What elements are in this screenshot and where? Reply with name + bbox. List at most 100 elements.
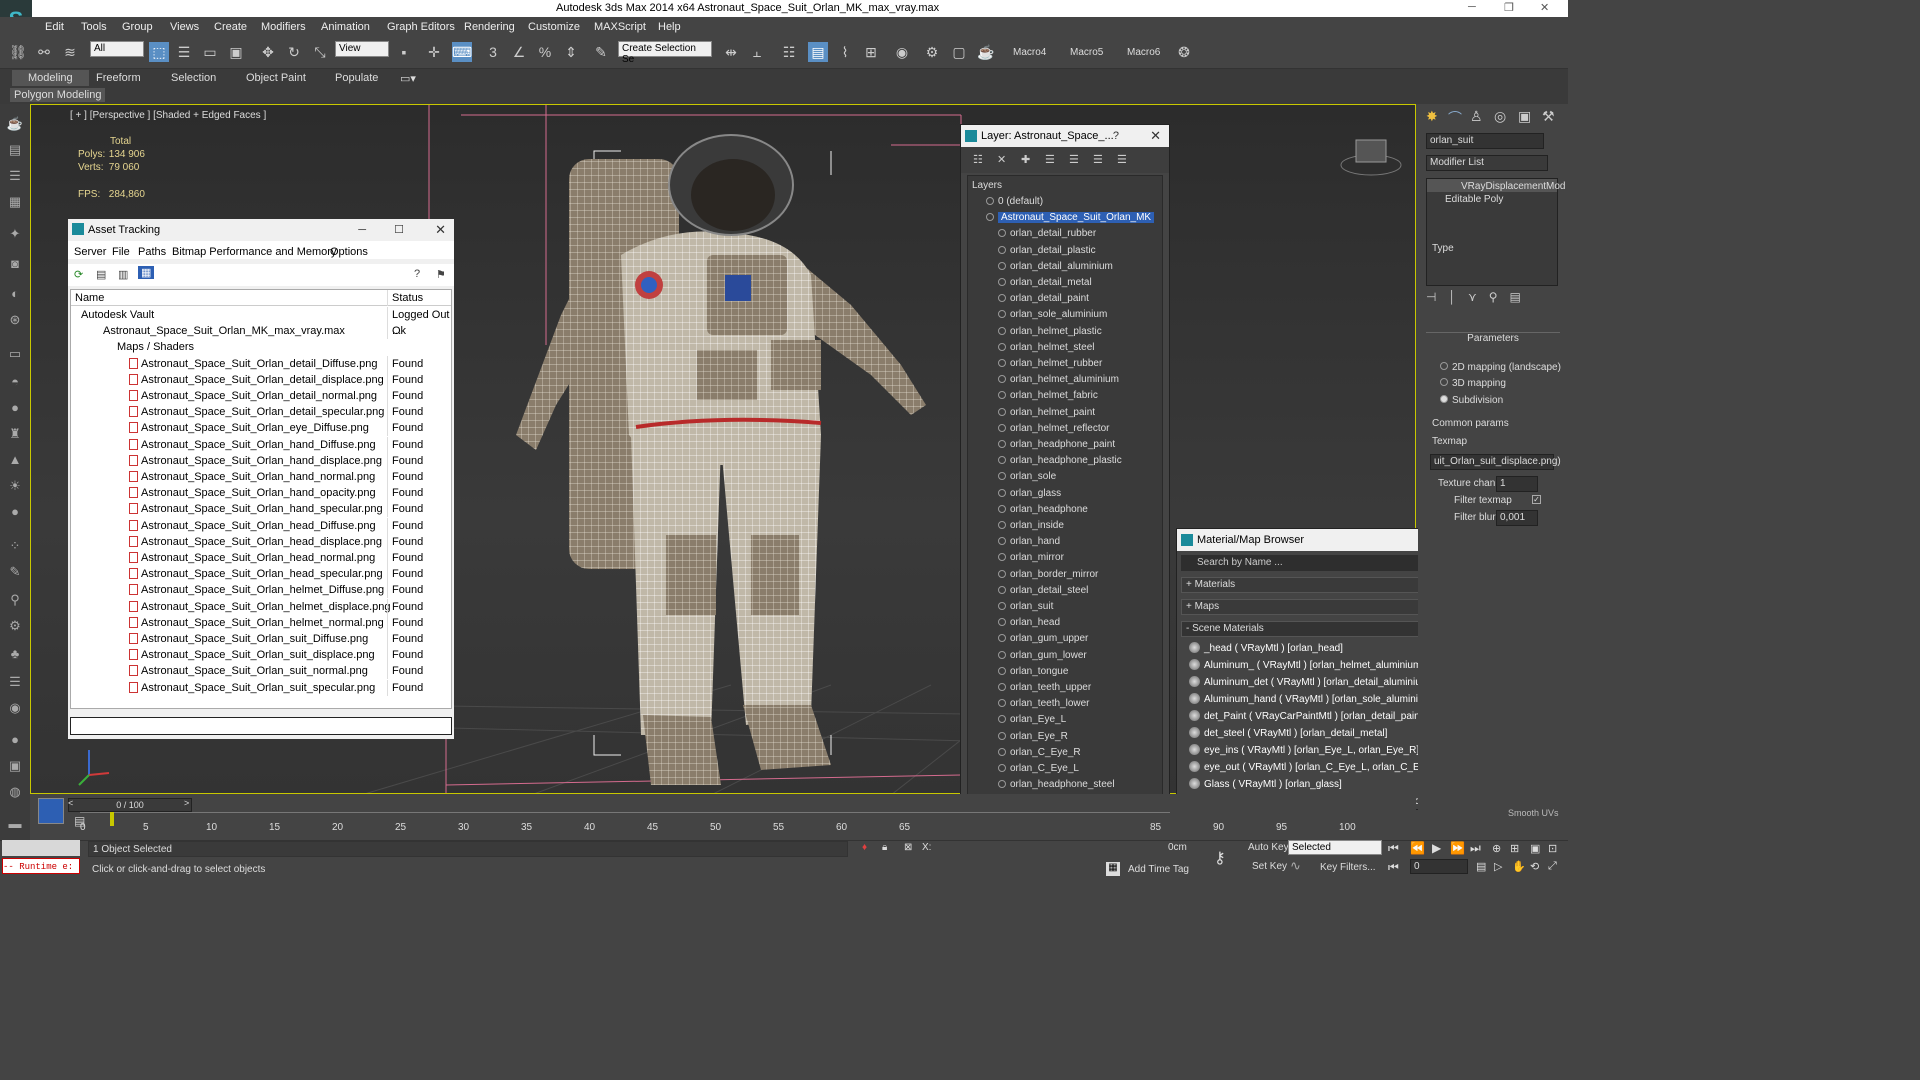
key-filters-button[interactable]: Key Filters...: [1320, 862, 1376, 873]
teapot-icon[interactable]: ☕: [5, 116, 25, 136]
previous-frame-icon[interactable]: ⏪: [1410, 841, 1425, 855]
layer-item[interactable]: orlan_gum_upper: [968, 631, 1162, 647]
menu-views[interactable]: Views: [170, 21, 199, 33]
polygon-modeling-panel[interactable]: Polygon Modeling: [10, 88, 106, 102]
column-name[interactable]: Name: [75, 290, 104, 306]
scene-explorer-icon[interactable]: ▤: [5, 142, 25, 162]
hierarchy-tab-icon[interactable]: ♙: [1470, 108, 1483, 125]
modifier-list-dropdown[interactable]: Modifier List: [1426, 155, 1548, 171]
fov-icon[interactable]: ▷: [1494, 860, 1502, 873]
layer-item[interactable]: orlan_Eye_L: [968, 712, 1162, 728]
render-production-icon[interactable]: ☕: [976, 42, 996, 62]
asset-table-row[interactable]: Astronaut_Space_Suit_Orlan_helmet_displa…: [71, 598, 451, 615]
layer-item[interactable]: orlan_inside: [968, 518, 1162, 534]
menu-rendering[interactable]: Rendering: [464, 21, 515, 33]
texmap-button[interactable]: uit_Orlan_suit_displace.png): [1430, 454, 1561, 470]
column-status[interactable]: Status: [387, 290, 451, 306]
menu-graph-editors[interactable]: Graph Editors: [387, 21, 455, 33]
macro-script-icon[interactable]: ❂: [1174, 42, 1194, 62]
layer-item[interactable]: orlan_gum_lower: [968, 648, 1162, 664]
layer-item[interactable]: orlan_detail_plastic: [968, 243, 1162, 259]
sphere-icon[interactable]: ●: [5, 400, 25, 420]
save-icon[interactable]: ▬: [5, 816, 25, 836]
sun-icon[interactable]: ☀: [5, 478, 25, 498]
layer-item[interactable]: orlan_detail_paint: [968, 291, 1162, 307]
layer-item[interactable]: orlan_teeth_lower: [968, 696, 1162, 712]
maximize-viewport-icon[interactable]: ⤢: [1548, 860, 1557, 873]
asset-table-row[interactable]: Astronaut_Space_Suit_Orlan_detail_displa…: [71, 371, 451, 388]
help-icon[interactable]: ?: [414, 268, 420, 280]
key-selection-dropdown[interactable]: Selected: [1288, 840, 1382, 855]
menu-tools[interactable]: Tools: [81, 21, 107, 33]
macro6-button[interactable]: Macro6: [1127, 47, 1160, 58]
layer-item[interactable]: orlan_detail_aluminium: [968, 259, 1162, 275]
asset-table-row[interactable]: Astronaut_Space_Suit_Orlan_hand_displace…: [71, 452, 451, 469]
gear-icon[interactable]: ⚙: [5, 618, 25, 638]
asset-table-row[interactable]: Maps / Shaders: [71, 339, 451, 355]
asset-menu-options[interactable]: Options: [330, 246, 368, 258]
motion-tab-icon[interactable]: ◎: [1494, 108, 1506, 125]
manipulate-icon[interactable]: ✛: [424, 42, 444, 62]
sphere-yellow-icon[interactable]: ●: [5, 504, 25, 524]
maxscript-listener[interactable]: -- Runtime e:: [2, 858, 80, 874]
layer-item[interactable]: orlan_helmet_rubber: [968, 356, 1162, 372]
asset-table-row[interactable]: Astronaut_Space_Suit_Orlan_head_Diffuse.…: [71, 517, 451, 534]
select-object-icon[interactable]: ⬚: [149, 42, 169, 62]
parameters-rollout[interactable]: Parameters: [1426, 332, 1560, 344]
layer-item[interactable]: orlan_teeth_upper: [968, 680, 1162, 696]
select-layer-icon[interactable]: ☰: [1045, 153, 1055, 166]
freeze-layer-icon[interactable]: ☰: [1117, 153, 1127, 166]
keyboard-shortcut-icon[interactable]: ⌨: [452, 42, 472, 62]
move-icon[interactable]: ✥: [258, 42, 278, 62]
asset-table-row[interactable]: Astronaut_Space_Suit_Orlan_detail_specul…: [71, 404, 451, 421]
menu-help[interactable]: Help: [658, 21, 681, 33]
zoom-all-icon[interactable]: ⊞: [1510, 842, 1519, 855]
time-next-icon[interactable]: >: [184, 798, 189, 808]
plant-icon[interactable]: ♣: [5, 646, 25, 666]
tab-object-paint[interactable]: Object Paint: [246, 72, 306, 84]
bind-spacewarp-icon[interactable]: ≋: [60, 42, 80, 62]
close-window-button[interactable]: ✕: [1540, 1, 1549, 14]
asset-menu-paths[interactable]: Paths: [138, 246, 166, 258]
track-bar-toggle-icon[interactable]: ▤: [74, 814, 85, 828]
menu-group[interactable]: Group: [122, 21, 153, 33]
layer-item[interactable]: orlan_sole: [968, 469, 1162, 485]
layer-item[interactable]: orlan_sole_aluminium: [968, 307, 1162, 323]
layer-item[interactable]: orlan_helmet_plastic: [968, 324, 1162, 340]
padlock-icon[interactable]: 🔒︎: [882, 842, 887, 853]
asset-table-row[interactable]: Astronaut_Space_Suit_Orlan_hand_specular…: [71, 501, 451, 518]
next-frame-icon[interactable]: ⏩: [1450, 841, 1465, 855]
layer-item[interactable]: orlan_border_mirror: [968, 567, 1162, 583]
mini-curve-editor-icon[interactable]: [38, 798, 64, 824]
macro5-button[interactable]: Macro5: [1070, 47, 1103, 58]
edit-named-sets-icon[interactable]: ✎: [591, 42, 611, 62]
hide-layer-icon[interactable]: ☰: [1093, 153, 1103, 166]
asset-path-field[interactable]: [70, 717, 452, 735]
tab-freeform[interactable]: Freeform: [96, 72, 141, 84]
paint-icon[interactable]: ✎: [5, 564, 25, 584]
percent-snap-icon[interactable]: %: [535, 42, 555, 62]
layer-item[interactable]: orlan_Eye_R: [968, 729, 1162, 745]
rendered-frame-icon[interactable]: ▢: [949, 42, 969, 62]
rect-region-icon[interactable]: ▭: [200, 42, 220, 62]
auto-key-button[interactable]: Auto Key: [1248, 842, 1289, 853]
asset-table-row[interactable]: Astronaut_Space_Suit_Orlan_suit_normal.p…: [71, 663, 451, 680]
schematic-view-icon[interactable]: ⊞: [861, 42, 881, 62]
layer-item[interactable]: orlan_detail_rubber: [968, 226, 1162, 242]
menu-animation[interactable]: Animation: [321, 21, 370, 33]
menu-maxscript[interactable]: MAXScript: [594, 21, 646, 33]
scale-icon[interactable]: ⤡: [310, 42, 330, 62]
select-by-name-icon[interactable]: ☰: [174, 42, 194, 62]
asset-table-row[interactable]: Astronaut_Space_Suit_Orlan_MK_max_vray.m…: [71, 323, 451, 340]
layer-item[interactable]: orlan_detail_steel: [968, 583, 1162, 599]
layer-item[interactable]: orlan_hand: [968, 534, 1162, 550]
menu-edit[interactable]: Edit: [45, 21, 64, 33]
asset-table-row[interactable]: Astronaut_Space_Suit_Orlan_hand_normal.p…: [71, 469, 451, 485]
pan-icon[interactable]: ✋: [1512, 860, 1526, 873]
angle-snap-icon[interactable]: ∠: [509, 42, 529, 62]
asset-table-row[interactable]: Astronaut_Space_Suit_Orlan_eye_Diffuse.p…: [71, 420, 451, 437]
filter-blur-spinner[interactable]: 0,001: [1496, 510, 1538, 526]
filter-texmap-checkbox[interactable]: ✓: [1532, 495, 1541, 504]
layer-item[interactable]: orlan_helmet_steel: [968, 340, 1162, 356]
ribbon-toggle-icon[interactable]: ▤: [808, 42, 828, 62]
